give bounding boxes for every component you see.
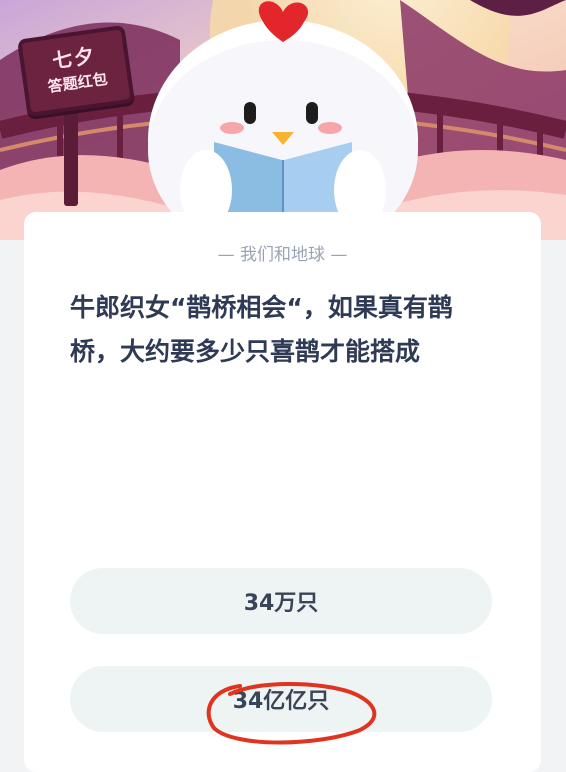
qixi-sign: 七夕 答题红包 [10, 22, 135, 206]
answer-option-1[interactable]: 34万只 [70, 568, 492, 634]
answer-option-2-label: 34亿亿只 [232, 689, 330, 714]
question-text: 牛郎织女“鹊桥相会“，如果真有鹊桥，大约要多少只喜鹊才能搭成 [70, 293, 453, 366]
question-category: — 我们和地球 — [217, 245, 348, 265]
answer-option-2[interactable]: 34亿亿只 [70, 666, 492, 732]
answer-option-1-label: 34万只 [243, 591, 319, 616]
sign-board: 七夕 答题红包 [17, 24, 135, 118]
sign-post [64, 106, 78, 206]
hero-banner: 七夕 答题红包 [0, 0, 566, 240]
question-card: — 我们和地球 — 牛郎织女“鹊桥相会“，如果真有鹊桥，大约要多少只喜鹊才能搭成… [24, 212, 541, 772]
